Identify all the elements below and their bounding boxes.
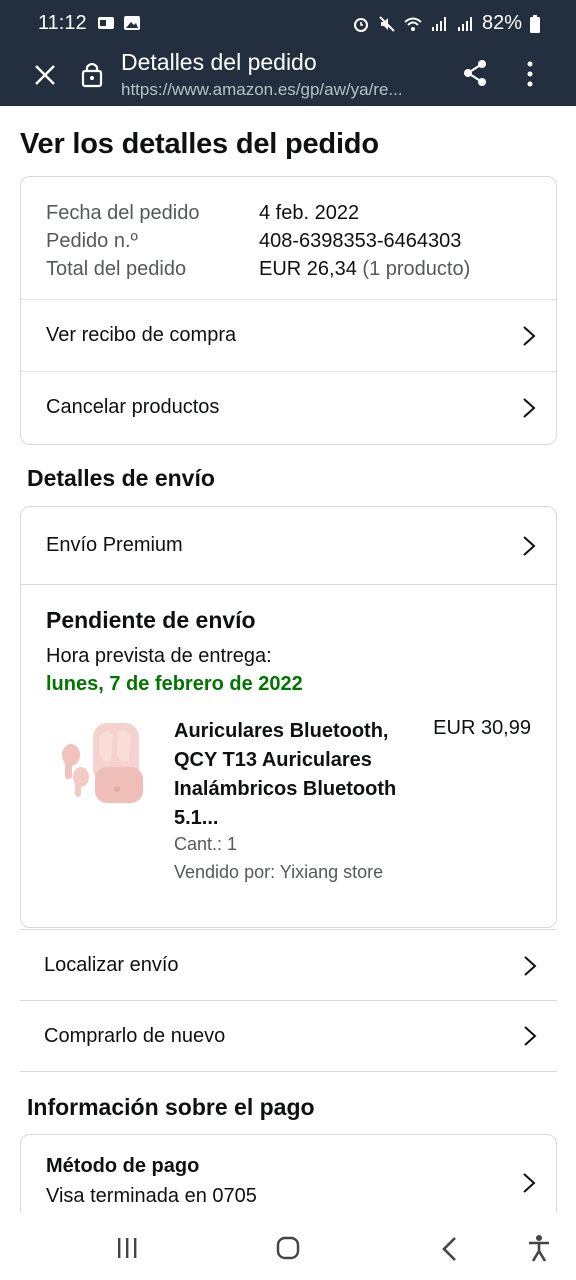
recents-icon[interactable] [115,1237,139,1259]
product-price: EUR 30,99 [433,717,531,739]
order-date-row: Fecha del pedido 4 feb. 2022 [46,199,470,227]
more-options-icon[interactable] [520,58,540,90]
shipping-card: Envío Premium Pendiente de envío Hora pr… [20,506,557,928]
signal-icon [431,16,446,31]
chevron-right-icon [523,535,536,556]
battery-icon [530,14,540,33]
share-icon[interactable] [460,58,490,88]
chevron-right-icon [523,1173,536,1193]
battery-percent: 82% [481,12,522,34]
order-summary-card: Fecha del pedido 4 feb. 2022 Pedido n.º … [20,176,557,445]
wifi-icon [404,17,422,31]
status-time: 11:12 [38,12,87,34]
delivery-eta-date: lunes, 7 de febrero de 2022 [46,673,303,695]
product-seller: Vendido por: Yixiang store [174,862,384,882]
order-total-value: EUR 26,34 [259,258,357,280]
shipment-status: Pendiente de envío [46,607,256,633]
chevron-right-icon [523,325,536,346]
payment-heading: Información sobre el pago [27,1094,315,1120]
alarm-icon [353,17,368,32]
track-package-label: Localizar envío [44,954,179,976]
chevron-right-icon [524,955,537,976]
chevron-right-icon [524,1026,537,1046]
system-nav-bar [0,1212,576,1280]
page-url[interactable]: https://www.amazon.es/gp/aw/ya/re... [121,80,441,100]
order-total-row: Total del pedido EUR 26,34 (1 producto) [46,255,470,283]
cancel-items-row[interactable]: Cancelar productos [21,371,556,443]
home-icon[interactable] [276,1236,300,1260]
page-title: Detalles del pedido [121,49,317,75]
order-number-value: 408-6398353-6464303 [259,230,462,252]
browser-toolbar: Detalles del pedido https://www.amazon.e… [0,48,576,106]
page-heading: Ver los detalles del pedido [20,128,379,160]
shipping-method-label: Envío Premium [46,534,183,556]
status-bar: 11:12 82% [0,0,576,48]
view-receipt-row[interactable]: Ver recibo de compra [21,299,556,371]
product-image[interactable] [51,717,151,817]
order-total-label: Total del pedido [46,258,187,280]
signal-icon-2 [457,16,472,31]
shipping-method-row[interactable]: Envío Premium [21,507,556,585]
product-quantity: Cant.: 1 [174,834,238,854]
back-icon[interactable] [440,1236,458,1262]
product-name-link[interactable]: Auriculares Bluetooth, QCY T13 Auricular… [174,717,419,833]
order-number-row: Pedido n.º 408-6398353-6464303 [46,227,470,255]
notification-icons [97,14,141,32]
buy-again-row[interactable]: Comprarlo de nuevo [20,1000,557,1072]
order-number-label: Pedido n.º [46,230,138,252]
accessibility-icon[interactable] [527,1234,551,1262]
chevron-right-icon [523,397,536,418]
track-package-row[interactable]: Localizar envío [20,929,557,1001]
order-info: Fecha del pedido 4 feb. 2022 Pedido n.º … [46,199,470,283]
order-total-items: (1 producto) [362,258,471,280]
cancel-items-label: Cancelar productos [46,396,220,418]
close-icon[interactable] [30,60,60,90]
mute-icon [379,15,395,32]
payment-method-label: Método de pago [46,1155,200,1177]
status-right: 82% [352,12,540,35]
lock-icon[interactable] [80,60,104,88]
image-icon [124,16,140,30]
shipping-heading: Detalles de envío [27,465,215,491]
view-receipt-label: Ver recibo de compra [46,324,237,346]
buy-again-label: Comprarlo de nuevo [44,1024,226,1047]
order-date-label: Fecha del pedido [46,202,200,224]
order-date-value: 4 feb. 2022 [259,202,360,224]
delivery-eta-label: Hora prevista de entrega: [46,645,272,667]
payment-method-value: Visa terminada en 0705 [46,1185,257,1207]
outlook-icon [98,17,114,29]
